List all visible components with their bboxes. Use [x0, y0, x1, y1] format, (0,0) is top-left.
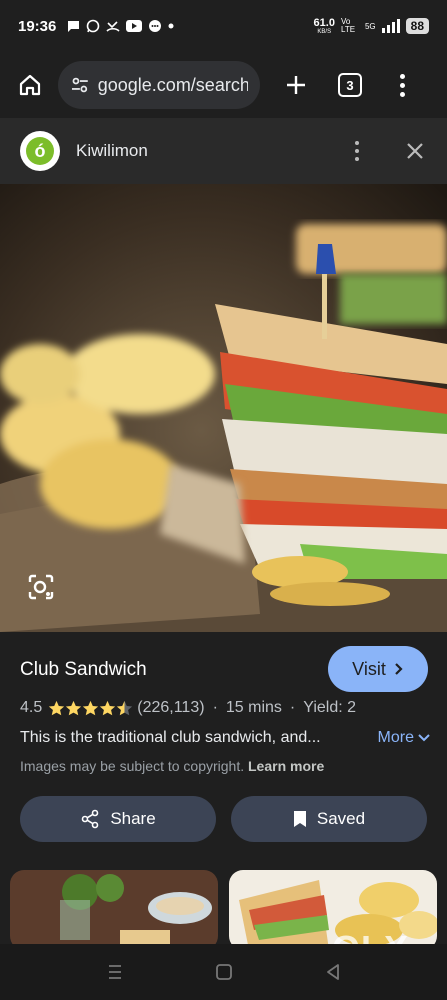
menu-dot-icon [399, 82, 405, 88]
review-count: (226,113) [137, 699, 205, 716]
copyright-notice: Images may be subject to copyright. Lear… [20, 758, 324, 774]
bookmark-icon [293, 811, 306, 827]
google-lens-icon[interactable] [26, 572, 56, 602]
copyright-text: Images may be subject to copyright. [20, 758, 245, 774]
system-nav-bar [0, 944, 447, 1000]
result-panel: Club Sandwich Visit 4.5 (226,113) · 15 m… [0, 632, 447, 862]
notification-icons [66, 19, 174, 33]
description-row: This is the traditional club sandwich, a… [20, 729, 430, 747]
site-settings-icon[interactable] [70, 75, 90, 95]
battery-level: 88 [405, 18, 429, 34]
related-image-thumbnail [10, 870, 218, 950]
share-label: Share [110, 809, 156, 828]
star-icon [100, 700, 116, 715]
tab-switcher-button[interactable]: 3 [338, 73, 362, 97]
separator: · [289, 699, 296, 716]
visit-label: Visit [352, 658, 386, 679]
home-button[interactable] [12, 67, 48, 103]
rating-stars [48, 700, 133, 717]
main-image[interactable] [0, 184, 447, 632]
star-icon [83, 700, 99, 715]
star-icon [49, 700, 65, 715]
menu-dot-icon [399, 91, 405, 97]
status-time: 19:36 [18, 17, 57, 35]
system-status: 61.0 KB/S Vo LTE 5G 88 [313, 16, 429, 35]
rating-row: 4.5 (226,113) · 15 mins · Yield: 2 [20, 699, 356, 717]
sandwich-image [0, 184, 447, 632]
missed-call-icon [106, 21, 120, 32]
result-title[interactable]: Club Sandwich [20, 659, 147, 681]
related-image-1[interactable] [10, 870, 218, 950]
rating-value: 4.5 [20, 699, 43, 716]
speed-value: 61.0 [313, 16, 335, 29]
recent-apps-icon[interactable] [104, 961, 126, 983]
browser-toolbar: google.com/search 3 [0, 52, 447, 118]
home-nav-icon[interactable] [213, 961, 235, 983]
browser-menu-button[interactable] [392, 67, 412, 103]
saved-label: Saved [316, 809, 366, 828]
half-star-icon [117, 700, 133, 715]
network-speed: 61.0 KB/S [313, 16, 335, 35]
signal-icon [381, 19, 400, 33]
learn-more-link[interactable]: Learn more [248, 758, 324, 774]
message-icon [149, 20, 162, 32]
whatsapp-icon [87, 19, 100, 33]
visit-button[interactable]: Visit [328, 646, 428, 692]
more-notifications-icon [168, 23, 174, 29]
volte-label: Vo LTE [340, 17, 356, 34]
plus-icon [287, 76, 305, 94]
share-button[interactable]: Share [20, 796, 216, 842]
cook-time: 15 mins [225, 699, 282, 716]
separator: · [212, 699, 218, 716]
new-tab-button[interactable] [278, 67, 314, 103]
star-icon [66, 700, 82, 715]
yield: Yield: 2 [303, 699, 357, 716]
more-dot-icon [355, 149, 359, 153]
home-icon [19, 74, 41, 96]
status-bar: 19:36 61.0 KB/S Vo LTE 5G 88 [0, 0, 447, 52]
more-dot-icon [355, 157, 359, 161]
more-button[interactable]: More [378, 729, 430, 747]
source-logo[interactable]: ó [20, 131, 60, 171]
kiwilimon-logo-icon: ó [26, 137, 54, 165]
more-dot-icon [355, 141, 359, 145]
speed-unit: KB/S [317, 28, 332, 35]
address-bar[interactable]: google.com/search [58, 61, 260, 109]
url-text[interactable]: google.com/search [98, 75, 248, 96]
network-type: 5G [364, 21, 376, 31]
share-icon [82, 809, 99, 829]
chevron-down-icon [418, 734, 430, 742]
close-icon[interactable] [403, 139, 427, 163]
more-label: More [377, 729, 414, 746]
chat-icon [67, 21, 80, 32]
saved-button[interactable]: Saved [231, 796, 427, 842]
description-text: This is the traditional club sandwich, a… [20, 729, 321, 746]
source-name[interactable]: Kiwilimon [76, 141, 148, 161]
source-more-options-button[interactable] [347, 141, 367, 161]
chevron-right-icon [395, 663, 403, 675]
menu-dot-icon [399, 73, 405, 79]
source-header: ó Kiwilimon [0, 118, 447, 184]
back-icon[interactable] [322, 961, 344, 983]
youtube-icon [126, 20, 143, 32]
